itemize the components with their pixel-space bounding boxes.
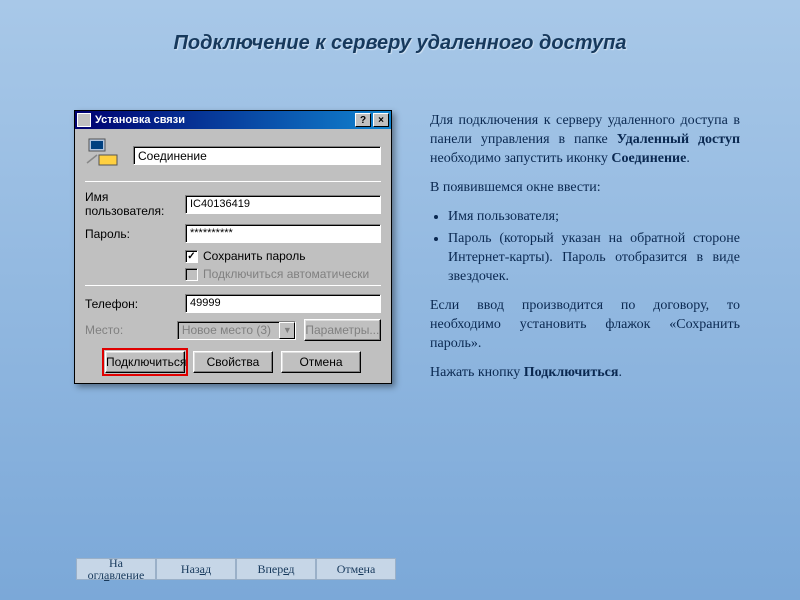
text: . [686, 151, 690, 166]
window-title: Установка связи [95, 114, 353, 126]
auto-connect-label: Подключиться автоматически [203, 267, 369, 281]
app-icon [77, 113, 91, 127]
text: Если ввод производится по договору, то н… [430, 297, 740, 354]
text: необходимо запустить иконку [430, 151, 611, 166]
save-password-checkbox[interactable]: ✓ [185, 250, 198, 263]
place-label: Место: [85, 323, 177, 337]
auto-connect-checkbox [185, 268, 198, 281]
connect-button[interactable]: Подключиться [105, 351, 185, 373]
nav-back-button[interactable]: Назад [156, 558, 236, 580]
username-label: Имя пользователя: [85, 190, 185, 218]
connection-name-field: Соединение [133, 146, 381, 165]
text: В появившемся окне ввести: [430, 179, 740, 198]
place-combo-value: Новое место (3) [178, 323, 280, 337]
title-bar[interactable]: Установка связи ? × [75, 111, 391, 129]
nav-forward-button[interactable]: Вперед [236, 558, 316, 580]
help-button[interactable]: ? [355, 113, 371, 127]
properties-button[interactable]: Свойства [193, 351, 273, 373]
phone-label: Телефон: [85, 297, 185, 311]
connection-icon [85, 137, 121, 173]
text-bold: Удаленный доступ [617, 132, 740, 147]
nav-bar: Наоглавление Назад Вперед Отмена [76, 558, 396, 580]
text: . [618, 365, 622, 380]
username-input[interactable]: IC40136419 [185, 195, 381, 214]
instructions-panel: Для подключения к серверу удаленного дос… [430, 112, 740, 393]
nav-cancel-button[interactable]: Отмена [316, 558, 396, 580]
text: Нажать кнопку [430, 365, 524, 380]
list-item: Пароль (который указан на обратной сторо… [448, 230, 740, 287]
text-bold: Соединение [611, 151, 686, 166]
phone-input[interactable]: 49999 [185, 294, 381, 313]
save-password-label: Сохранить пароль [203, 249, 305, 263]
separator [85, 181, 381, 182]
close-button[interactable]: × [373, 113, 389, 127]
cancel-button[interactable]: Отмена [281, 351, 361, 373]
nav-toc-button[interactable]: Наоглавление [76, 558, 156, 580]
password-input[interactable]: ********** [185, 224, 381, 243]
chevron-down-icon: ▼ [279, 322, 295, 339]
place-combo: Новое место (3) ▼ [177, 321, 297, 340]
params-button: Параметры... [304, 319, 381, 341]
list-item: Имя пользователя; [448, 208, 740, 227]
page-title: Подключение к серверу удаленного доступа [0, 32, 800, 55]
separator [85, 285, 381, 286]
text-bold: Подключиться [524, 365, 619, 380]
password-label: Пароль: [85, 227, 185, 241]
dialup-dialog: Установка связи ? × Соединение Имя польз… [74, 110, 392, 384]
